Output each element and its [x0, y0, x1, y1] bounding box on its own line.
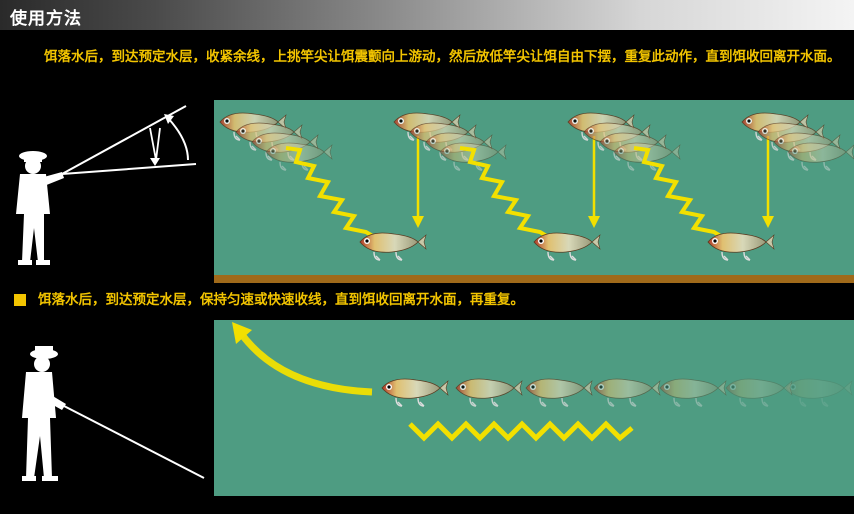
zigzag-vibration: [408, 420, 634, 442]
lure-cycle-1: [219, 112, 427, 261]
rod-low: [63, 405, 205, 479]
angler-casting-icon: [16, 151, 64, 265]
angler-reeling-icon: [22, 346, 66, 481]
rod-lowered: [61, 163, 197, 175]
retrieve-arrow: [237, 329, 373, 396]
lure-cycle-4: [741, 112, 854, 171]
lure-sequence: [381, 378, 853, 407]
illustration-layer: [16, 105, 854, 481]
